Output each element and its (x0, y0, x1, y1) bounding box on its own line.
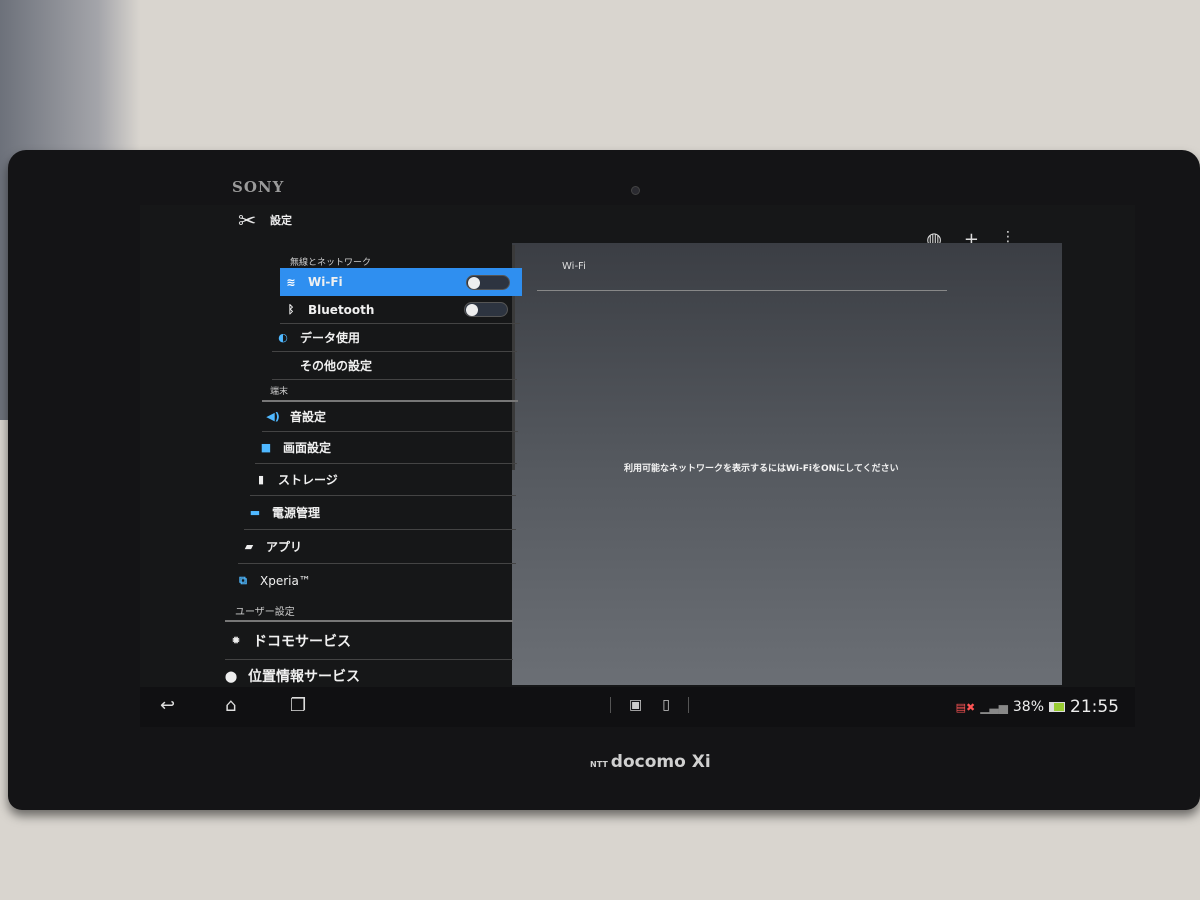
location-icon: ⬤ (224, 669, 238, 683)
settings-item-data-usage[interactable]: ◐ データ使用 (272, 324, 517, 352)
settings-item-wifi[interactable]: ≋ Wi-Fi (280, 268, 522, 296)
gear-icon: ✹ (231, 634, 241, 647)
back-icon[interactable]: ↩ (160, 695, 175, 716)
settings-item-sound[interactable]: ◀) 音設定 (262, 402, 518, 432)
system-nav-bar: ↩ ⌂ ❐ ▣ ▯ ▤✖ ▁▃▅ 38% 21:55 (140, 687, 1135, 727)
settings-item-xperia[interactable]: ⧉ Xperia™ (232, 564, 514, 598)
section-header-user: ユーザー設定 (235, 607, 295, 618)
settings-item-storage[interactable]: ▮ ストレージ (250, 464, 516, 496)
battery-percent: 38% (1012, 699, 1044, 715)
clock: 21:55 (1070, 697, 1119, 717)
front-camera (631, 186, 640, 195)
settings-item-bluetooth[interactable]: ᛒ Bluetooth (280, 296, 520, 324)
usb-icon[interactable]: ▯ (662, 697, 670, 713)
settings-item-power[interactable]: ▬ 電源管理 (244, 496, 516, 530)
storage-icon: ▮ (257, 473, 265, 486)
settings-item-docomo[interactable]: ✹ ドコモサービス (225, 622, 513, 660)
battery-icon: ▬ (249, 506, 261, 519)
speaker-icon: ◀) (266, 410, 280, 423)
no-sim-icon: ▤✖ (955, 700, 976, 714)
section-header-wireless: 無線とネットワーク (290, 258, 372, 268)
settings-item-display[interactable]: ■ 画面設定 (255, 432, 517, 464)
status-area: ▤✖ ▁▃▅ 38% 21:55 (956, 697, 1119, 717)
tools-icon[interactable]: ✂ (238, 209, 256, 234)
wifi-icon: ≋ (286, 275, 296, 289)
section-header-device: 端末 (270, 387, 289, 397)
action-bar: ✂ 設定 ◍ + ⋮ (140, 205, 1135, 250)
empty-message: 利用可能なネットワークを表示するにはWi-FiをONにしてください (624, 464, 899, 474)
home-icon[interactable]: ⌂ (225, 695, 236, 716)
settings-item-apps[interactable]: ▰ アプリ (238, 530, 516, 564)
bluetooth-toggle[interactable] (464, 302, 508, 317)
page-title: 設定 (270, 214, 292, 227)
recent-apps-icon[interactable]: ❐ (290, 695, 306, 716)
apps-icon: ▰ (244, 540, 254, 553)
detail-title: Wi-Fi (562, 261, 586, 272)
battery-icon (1049, 702, 1065, 712)
screen: ✂ 設定 ◍ + ⋮ Wi-Fi 利用可能なネットワークを表示するにはWi-Fi… (140, 205, 1135, 727)
carrier-logo: NTT docomo Xi (590, 752, 711, 772)
wifi-toggle[interactable] (466, 274, 510, 290)
data-usage-icon: ◐ (278, 331, 288, 344)
display-icon: ■ (260, 441, 272, 454)
brand-logo: SONY (232, 178, 285, 196)
bluetooth-icon: ᛒ (287, 303, 295, 316)
detail-pane: Wi-Fi 利用可能なネットワークを表示するにはWi-FiをONにしてください (512, 243, 1062, 685)
xperia-icon: ⧉ (239, 574, 247, 587)
divider (537, 290, 947, 291)
small-apps-icon[interactable]: ▣ (629, 697, 642, 713)
settings-item-more[interactable]: その他の設定 (272, 352, 517, 380)
signal-icon: ▁▃▅ (980, 700, 1008, 714)
